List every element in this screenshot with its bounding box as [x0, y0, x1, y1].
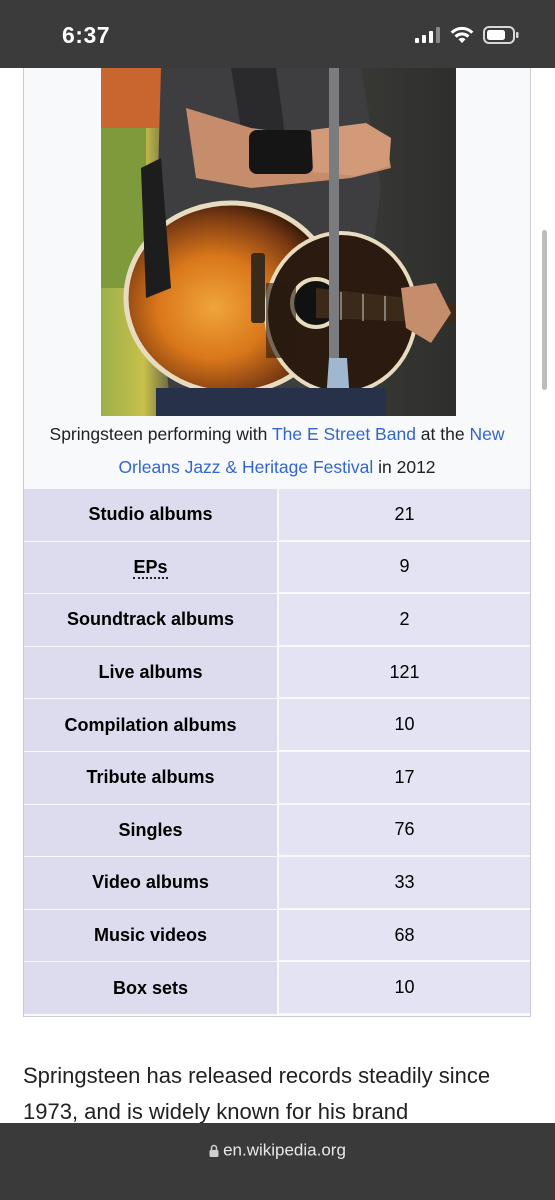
infobox: Springsteen performing with The E Street… — [23, 68, 531, 1017]
discography-table: Studio albums 21 EPs 9 Soundtrack albums… — [24, 489, 530, 1015]
photo-caption: Springsteen performing with The E Street… — [24, 418, 530, 484]
row-label: Compilation albums — [24, 699, 277, 752]
lock-icon — [209, 1144, 219, 1158]
row-label: Live albums — [24, 646, 277, 700]
row-value: 9 — [277, 541, 530, 595]
caption-text-2: at the — [415, 424, 470, 444]
status-bar: 6:37 — [0, 0, 555, 68]
e-street-band-link[interactable]: The E Street Band — [272, 424, 416, 444]
row-value: 2 — [277, 594, 530, 647]
row-label: Tribute albums — [24, 751, 277, 805]
url-display[interactable]: en.wikipedia.org — [0, 1140, 555, 1161]
table-row: EPs 9 — [24, 541, 530, 595]
row-value: 21 — [277, 489, 530, 542]
row-value: 33 — [277, 857, 530, 910]
table-row: Soundtrack albums 2 — [24, 594, 530, 647]
table-row: Box sets 10 — [24, 962, 530, 1015]
table-row: Compilation albums 10 — [24, 699, 530, 752]
row-label: Studio albums — [24, 489, 277, 542]
table-row: Music videos 68 — [24, 909, 530, 963]
row-label: Music videos — [24, 909, 277, 963]
battery-icon — [483, 26, 519, 44]
table-row: Video albums 33 — [24, 857, 530, 910]
cellular-signal-icon — [415, 27, 440, 43]
row-label: Singles — [24, 804, 277, 858]
row-value: 10 — [277, 699, 530, 752]
row-label: Video albums — [24, 857, 277, 910]
row-value: 17 — [277, 751, 530, 805]
row-label-cell: EPs — [24, 541, 277, 595]
status-icons — [415, 26, 519, 44]
table-row: Studio albums 21 — [24, 489, 530, 542]
row-value: 121 — [277, 646, 530, 700]
springsteen-photo[interactable] — [101, 68, 456, 416]
table-row: Live albums 121 — [24, 646, 530, 700]
eps-link[interactable]: EPs — [133, 556, 168, 579]
scrollbar-thumb[interactable] — [542, 230, 547, 390]
table-row: Tribute albums 17 — [24, 751, 530, 805]
row-label: Soundtrack albums — [24, 594, 277, 647]
url-text: en.wikipedia.org — [223, 1140, 346, 1160]
browser-address-bar[interactable]: en.wikipedia.org — [0, 1123, 555, 1200]
article-page: Springsteen performing with The E Street… — [0, 68, 555, 1123]
row-value: 76 — [277, 804, 530, 858]
row-value: 68 — [277, 909, 530, 963]
caption-text-1: Springsteen performing with — [49, 424, 272, 444]
article-paragraph: Springsteen has released records steadil… — [23, 1063, 491, 1123]
caption-text-3: in 2012 — [373, 457, 436, 477]
row-value: 10 — [277, 962, 530, 1015]
row-label: Box sets — [24, 962, 277, 1015]
table-row: Singles 76 — [24, 804, 530, 858]
wifi-icon — [450, 26, 474, 43]
status-time: 6:37 — [62, 22, 111, 48]
